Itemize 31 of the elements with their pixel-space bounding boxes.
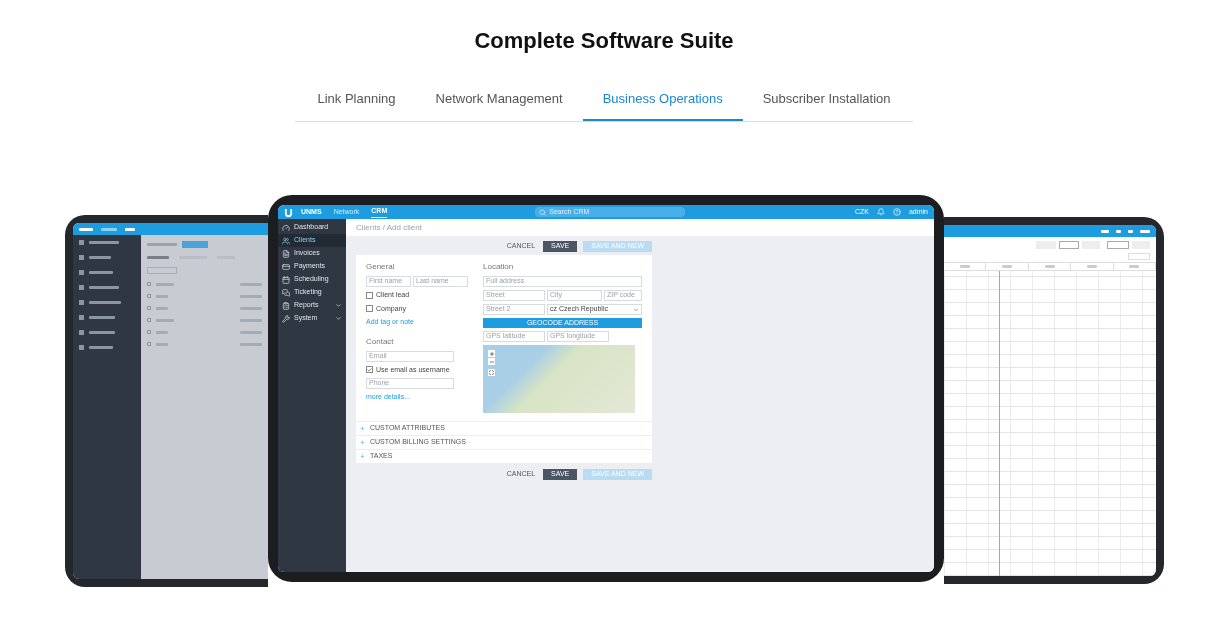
tab[interactable]: Business Operations [582, 79, 743, 121]
zoom-out-icon[interactable] [488, 358, 495, 365]
menu-icon [282, 223, 290, 232]
tab[interactable]: Link Planning [297, 79, 416, 121]
expand-icon [360, 440, 365, 445]
chevron-icon [633, 306, 639, 313]
menu-icon [282, 301, 290, 310]
menu-icon [282, 314, 290, 323]
breadcrumb: Clients / Add client [356, 221, 422, 234]
search-icon [539, 208, 547, 216]
checkbox[interactable] [366, 366, 373, 374]
section-heading: Contact [366, 335, 395, 348]
section-heading: General [366, 261, 396, 273]
menu-icon [282, 275, 290, 284]
tab[interactable]: Subscriber Installation [742, 79, 911, 121]
help-icon[interactable] [892, 208, 901, 216]
menu-icon [282, 249, 290, 258]
expand-icon [360, 454, 365, 459]
section-heading: Location [483, 261, 515, 273]
checkbox[interactable] [366, 305, 373, 313]
menu-icon [282, 236, 290, 245]
checkbox[interactable] [366, 291, 373, 299]
fullscreen-icon[interactable] [488, 369, 495, 376]
menu-icon [282, 262, 290, 271]
zoom-in-icon[interactable] [488, 350, 495, 357]
logo-icon [284, 207, 293, 217]
tab[interactable]: Network Management [415, 79, 583, 121]
bell-icon[interactable] [876, 208, 885, 216]
page-title: Complete Software Suite [474, 27, 734, 55]
menu-icon [282, 288, 290, 297]
expand-icon [360, 426, 365, 431]
